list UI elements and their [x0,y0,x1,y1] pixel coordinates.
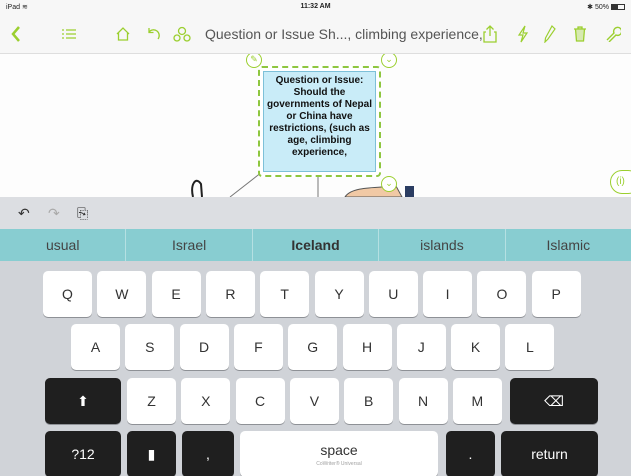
shift-key[interactable]: ⬆ [45,378,121,424]
suggestion-islamic[interactable]: Islamic [506,229,631,261]
key-v[interactable]: V [289,378,339,424]
key-o[interactable]: O [477,271,527,317]
key-m[interactable]: M [452,378,502,424]
topic-node[interactable]: Question or Issue: Should the government… [258,66,381,177]
key-n[interactable]: N [398,378,448,424]
space-label: space [320,441,358,458]
battery-icon [611,4,625,10]
key-l[interactable]: L [505,324,555,370]
ipad-screen: iPad ≋ 11:32 AM ✱ 50% Question or Issue … [0,0,631,476]
trash-icon[interactable] [570,14,590,54]
key-z[interactable]: Z [127,378,176,424]
key-g[interactable]: G [288,324,338,370]
key-t[interactable]: T [260,271,310,317]
topic-node-text[interactable]: Question or Issue: Should the government… [263,71,376,172]
redo-icon[interactable]: ↷ [48,205,60,222]
numbers-key[interactable]: ?12 [45,431,121,476]
clipboard-key[interactable]: ▮ [127,431,176,476]
lightning-icon[interactable] [513,14,533,54]
period-key[interactable]: . [446,431,495,476]
pen-icon[interactable] [540,14,560,54]
suggestion-iceland[interactable]: Iceland [253,229,380,261]
document-title[interactable]: Question or Issue Sh..., climbing experi… [205,26,483,42]
mind-map-canvas[interactable]: ✎ ⌄ ⌄ Question or Issue: Should the gove… [0,54,631,197]
app-toolbar: Question or Issue Sh..., climbing experi… [0,14,631,54]
key-p[interactable]: P [531,271,581,317]
hand-illustration [191,179,203,197]
key-r[interactable]: R [205,271,255,317]
undo-icon[interactable]: ↶ [18,205,30,222]
node-expand-handle[interactable]: ⌄ [381,176,397,192]
space-brand-label: CoWriter® Universal [316,460,362,467]
key-j[interactable]: J [396,324,446,370]
paste-icon[interactable]: ⎘ [77,205,88,222]
suggestion-usual[interactable]: usual [0,229,127,261]
suggestion-israel[interactable]: Israel [126,229,253,261]
clock: 11:32 AM [300,3,331,10]
keyboard-shortcut-bar: ↶ ↷ ⎘ [0,197,631,229]
undo-icon[interactable] [142,14,164,54]
battery-percent: ✱ 50% [587,4,609,11]
key-f[interactable]: F [233,324,283,370]
comma-key[interactable]: , [182,431,234,476]
space-key[interactable]: space CoWriter® Universal [240,431,438,476]
key-h[interactable]: H [342,324,392,370]
key-d[interactable]: D [179,324,229,370]
key-s[interactable]: S [125,324,175,370]
chevron-left-icon[interactable] [6,14,26,54]
word-suggestion-bar: usual Israel Iceland islands Islamic [0,229,631,261]
key-u[interactable]: U [368,271,418,317]
key-b[interactable]: B [344,378,394,424]
key-w[interactable]: W [97,271,147,317]
return-key[interactable]: return [501,431,598,476]
hierarchy-icon[interactable] [170,14,194,54]
share-icon[interactable] [479,14,501,54]
battery-indicator: ✱ 50% [587,3,625,11]
info-icon[interactable]: (i) [610,170,631,194]
key-q[interactable]: Q [43,271,92,317]
key-y[interactable]: Y [314,271,364,317]
status-bar: iPad ≋ 11:32 AM ✱ 50% [0,0,631,14]
key-x[interactable]: X [181,378,231,424]
connector-line [229,171,263,197]
key-i[interactable]: I [423,271,473,317]
onscreen-keyboard: ↶ ↷ ⎘ usual Israel Iceland islands Islamic Q… [0,197,631,476]
home-icon[interactable] [112,14,134,54]
outline-list-icon[interactable] [58,14,80,54]
suggestion-islands[interactable]: islands [379,229,506,261]
illustration-sleeve [405,186,414,197]
wrench-icon[interactable] [602,14,624,54]
key-a[interactable]: A [71,324,120,370]
backspace-key[interactable]: ⌫ [510,378,598,424]
key-e[interactable]: E [151,271,201,317]
key-k[interactable]: K [451,324,501,370]
key-c[interactable]: C [235,378,285,424]
